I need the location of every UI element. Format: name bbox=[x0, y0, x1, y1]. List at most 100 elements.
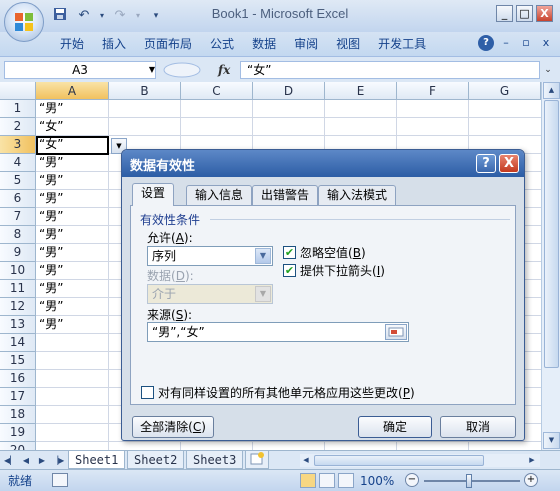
name-box[interactable]: A3 bbox=[4, 61, 156, 79]
cell-a7[interactable]: “男” bbox=[37, 208, 108, 225]
next-sheet-icon[interactable]: ▶ bbox=[36, 454, 48, 467]
undo-icon[interactable]: ↶ bbox=[74, 7, 94, 25]
row-header[interactable]: 1 bbox=[0, 100, 36, 118]
cell-a10[interactable]: “男” bbox=[37, 262, 108, 279]
help-icon[interactable]: ? bbox=[478, 35, 494, 51]
zoom-out-icon[interactable]: − bbox=[405, 473, 419, 487]
sheet-tab-2[interactable]: Sheet2 bbox=[127, 451, 185, 469]
tab-ime-mode[interactable]: 输入法模式 bbox=[318, 185, 397, 205]
macro-record-icon[interactable] bbox=[52, 473, 68, 487]
page-layout-view-icon[interactable] bbox=[319, 473, 335, 488]
row-header[interactable]: 12 bbox=[0, 298, 36, 316]
ignore-blank-checkbox[interactable]: ✔ bbox=[283, 246, 296, 259]
ok-button[interactable]: 确定 bbox=[358, 416, 432, 438]
row-header[interactable]: 20 bbox=[0, 442, 36, 450]
tab-developer[interactable]: 开发工具 bbox=[370, 33, 434, 55]
horizontal-scroll-thumb[interactable] bbox=[314, 455, 484, 466]
sheet-tab-1[interactable]: Sheet1 bbox=[68, 451, 126, 469]
range-picker-icon[interactable] bbox=[385, 324, 407, 340]
page-break-view-icon[interactable] bbox=[338, 473, 354, 488]
tab-review[interactable]: 审阅 bbox=[286, 33, 326, 55]
source-input[interactable]: “男”,“女” bbox=[147, 322, 409, 342]
last-sheet-icon[interactable]: ▕▶ bbox=[52, 454, 64, 467]
row-header[interactable]: 9 bbox=[0, 244, 36, 262]
scroll-thumb[interactable] bbox=[544, 100, 559, 368]
cell-a8[interactable]: “男” bbox=[37, 226, 108, 243]
row-header[interactable]: 11 bbox=[0, 280, 36, 298]
redo-icon[interactable]: ↷ bbox=[110, 7, 130, 25]
formula-input[interactable]: “女” bbox=[240, 61, 540, 79]
row-header[interactable]: 5 bbox=[0, 172, 36, 190]
clear-all-button[interactable]: 全部清除(C) bbox=[132, 416, 214, 438]
insert-function-icon[interactable]: fx bbox=[218, 61, 234, 79]
name-box-dropdown-icon[interactable]: ▼ bbox=[146, 61, 158, 79]
cell-a6[interactable]: “男” bbox=[37, 190, 108, 207]
row-header[interactable]: 3 bbox=[0, 136, 36, 154]
dialog-help-button[interactable]: ? bbox=[476, 154, 496, 173]
minimize-button[interactable]: _ bbox=[496, 5, 513, 22]
scroll-up-icon[interactable]: ▲ bbox=[543, 82, 560, 99]
row-header[interactable]: 7 bbox=[0, 208, 36, 226]
cell-a1[interactable]: “男” bbox=[37, 100, 108, 117]
vertical-scrollbar[interactable]: ▲ ▼ bbox=[541, 82, 560, 450]
column-header-g[interactable]: G bbox=[469, 82, 541, 100]
tab-data[interactable]: 数据 bbox=[244, 33, 284, 55]
row-header[interactable]: 6 bbox=[0, 190, 36, 208]
zoom-slider-thumb[interactable] bbox=[466, 474, 472, 488]
redo-dropdown-icon[interactable]: ▾ bbox=[134, 7, 142, 25]
insert-sheet-icon[interactable] bbox=[245, 451, 269, 469]
customize-toolbar-icon[interactable]: ▾ bbox=[146, 7, 166, 25]
sheet-tab-3[interactable]: Sheet3 bbox=[186, 451, 244, 469]
tab-page-layout[interactable]: 页面布局 bbox=[136, 33, 200, 55]
undo-dropdown-icon[interactable]: ▾ bbox=[98, 7, 106, 25]
column-header-c[interactable]: C bbox=[181, 82, 253, 100]
cell-a11[interactable]: “男” bbox=[37, 280, 108, 297]
cell-a4[interactable]: “男” bbox=[37, 154, 108, 171]
column-header-d[interactable]: D bbox=[253, 82, 325, 100]
cell-a13[interactable]: “男” bbox=[37, 316, 108, 333]
row-header[interactable]: 15 bbox=[0, 352, 36, 370]
zoom-in-icon[interactable]: + bbox=[524, 473, 538, 487]
allow-select[interactable]: 序列 ▼ bbox=[147, 246, 273, 266]
column-header-a[interactable]: A bbox=[36, 82, 109, 100]
office-button[interactable] bbox=[4, 2, 44, 42]
scroll-right-icon[interactable]: ▶ bbox=[526, 454, 538, 467]
dialog-close-button[interactable]: X bbox=[499, 154, 519, 173]
scroll-left-icon[interactable]: ◀ bbox=[300, 454, 312, 467]
tab-input-message[interactable]: 输入信息 bbox=[186, 185, 253, 205]
row-header[interactable]: 2 bbox=[0, 118, 36, 136]
scroll-down-icon[interactable]: ▼ bbox=[543, 432, 560, 449]
prev-sheet-icon[interactable]: ◀ bbox=[20, 454, 32, 467]
zoom-slider[interactable] bbox=[424, 480, 520, 482]
cell-a2[interactable]: “女” bbox=[37, 118, 108, 135]
column-header-f[interactable]: F bbox=[397, 82, 469, 100]
tab-formulas[interactable]: 公式 bbox=[202, 33, 242, 55]
apply-to-all-label[interactable]: 对有同样设置的所有其他单元格应用这些更改(P) bbox=[158, 384, 415, 401]
workbook-restore-icon[interactable]: ▫ bbox=[518, 35, 534, 51]
tab-error-alert[interactable]: 出错警告 bbox=[252, 185, 319, 205]
row-header[interactable]: 13 bbox=[0, 316, 36, 334]
maximize-button[interactable]: □ bbox=[516, 5, 533, 22]
chevron-down-icon[interactable]: ▼ bbox=[255, 248, 271, 264]
horizontal-scrollbar[interactable]: ◀ ▶ bbox=[300, 454, 540, 467]
cell-a5[interactable]: “男” bbox=[37, 172, 108, 189]
tab-settings[interactable]: 设置 bbox=[132, 183, 175, 206]
expand-formula-bar-icon[interactable]: ⌄ bbox=[541, 61, 555, 79]
first-sheet-icon[interactable]: ◀▏ bbox=[4, 454, 16, 467]
tab-view[interactable]: 视图 bbox=[328, 33, 368, 55]
column-header-e[interactable]: E bbox=[325, 82, 397, 100]
apply-to-all-checkbox[interactable] bbox=[141, 386, 154, 399]
cell-a12[interactable]: “男” bbox=[37, 298, 108, 315]
workbook-close-icon[interactable]: x bbox=[538, 35, 554, 51]
cell-a9[interactable]: “男” bbox=[37, 244, 108, 261]
row-header[interactable]: 16 bbox=[0, 370, 36, 388]
row-header[interactable]: 19 bbox=[0, 424, 36, 442]
column-header-b[interactable]: B bbox=[109, 82, 181, 100]
tab-insert[interactable]: 插入 bbox=[94, 33, 134, 55]
zoom-level[interactable]: 100% bbox=[360, 472, 394, 490]
row-header[interactable]: 8 bbox=[0, 226, 36, 244]
in-cell-dropdown-label[interactable]: 提供下拉箭头(I) bbox=[300, 262, 385, 279]
ignore-blank-label[interactable]: 忽略空值(B) bbox=[300, 244, 366, 261]
in-cell-dropdown-checkbox[interactable]: ✔ bbox=[283, 264, 296, 277]
tab-home[interactable]: 开始 bbox=[52, 33, 92, 55]
